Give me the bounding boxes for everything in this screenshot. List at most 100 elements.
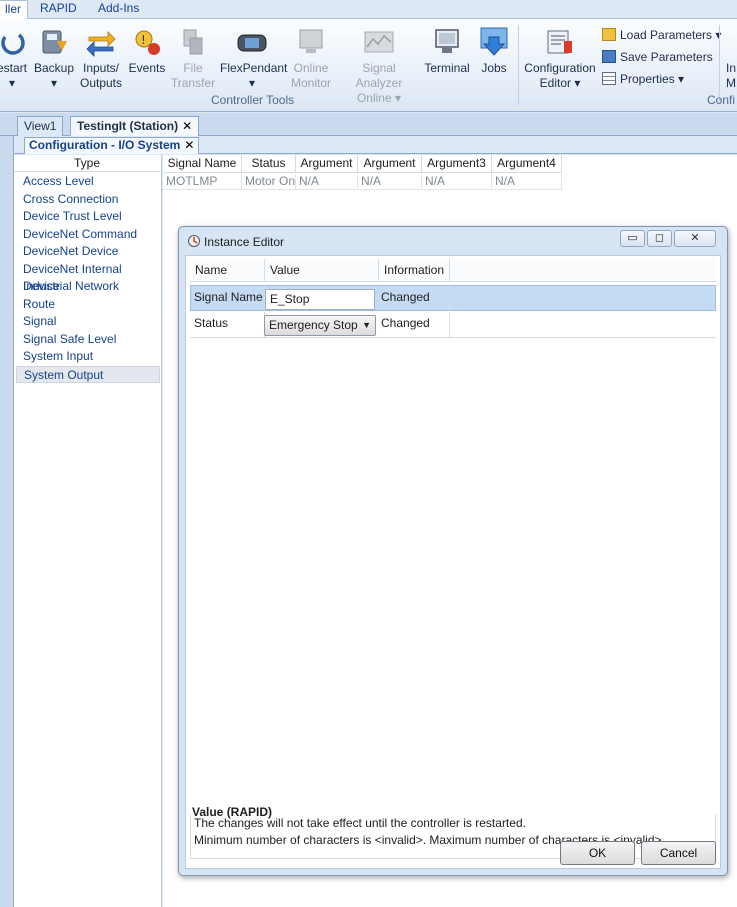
maximize-button[interactable]: ◻ xyxy=(647,230,672,247)
signal-analyzer-sublabel: Online ▾ xyxy=(356,91,402,105)
online-monitor-icon xyxy=(299,29,323,53)
online-monitor-label: Online xyxy=(293,61,329,75)
configuration-editor-label: Configuration xyxy=(524,61,596,75)
cancel-button[interactable]: Cancel xyxy=(641,841,716,865)
table-cell[interactable]: N/A xyxy=(492,174,562,190)
configuration-editor-icon xyxy=(547,30,572,54)
flexpendant-icon xyxy=(237,34,267,52)
restart-button[interactable]: estart ▾ xyxy=(0,27,32,91)
table-row[interactable]: Signal Name E_Stop Changed xyxy=(190,285,716,311)
column-header-information[interactable]: Information xyxy=(379,259,450,282)
instance-button[interactable]: In M xyxy=(726,61,737,91)
type-list-item[interactable]: Cross Connection xyxy=(16,191,160,208)
jobs-label: Jobs xyxy=(481,61,507,75)
column-header-name[interactable]: Name xyxy=(190,259,265,282)
events-label: Events xyxy=(128,61,166,75)
instance-editor-icon xyxy=(188,235,200,247)
file-transfer-icon xyxy=(183,29,203,55)
flexpendant-button[interactable]: FlexPendant ▾ xyxy=(220,27,287,91)
tab-controller[interactable]: ller xyxy=(0,0,29,20)
column-header-value[interactable]: Value xyxy=(265,259,379,282)
load-parameters-button[interactable]: Load Parameters ▾ xyxy=(602,28,721,42)
tab-rapid[interactable]: RAPID xyxy=(34,0,83,19)
online-monitor-button[interactable]: Online Monitor xyxy=(288,27,334,91)
inputs-outputs-label: Inputs/ xyxy=(82,61,120,75)
file-transfer-button[interactable]: File Transfer xyxy=(170,27,216,91)
type-list-item[interactable]: DeviceNet Internal Device xyxy=(16,261,160,293)
close-button[interactable]: ✕ xyxy=(674,230,716,247)
tab-station[interactable]: TestingIt (Station) ✕ xyxy=(70,116,200,136)
events-button[interactable]: ! Events xyxy=(128,27,166,76)
type-list-panel: Type Access Level Cross Connection Device … xyxy=(14,155,162,907)
type-list-item[interactable]: DeviceNet Command xyxy=(16,226,160,243)
inputs-outputs-icon xyxy=(86,31,116,57)
type-list-item[interactable]: Signal Safe Level xyxy=(16,331,160,348)
table-cell[interactable]: N/A xyxy=(422,174,492,190)
type-list-item[interactable]: Industrial Network xyxy=(16,278,160,295)
table-row[interactable]: Status Emergency Stop ▼ Changed xyxy=(190,312,716,338)
menu-bar: ller RAPID Add-Ins xyxy=(0,0,737,20)
inputs-outputs-sublabel: Outputs xyxy=(79,76,123,90)
backup-label: Backup xyxy=(34,61,75,75)
dialog-title: Instance Editor xyxy=(204,235,285,249)
inputs-outputs-button[interactable]: Inputs/ Outputs xyxy=(78,27,124,91)
minimize-button[interactable]: ▭ xyxy=(620,230,645,247)
column-header-argument[interactable]: Argument xyxy=(296,155,358,173)
configuration-editor-button[interactable]: Configuration Editor ▾ xyxy=(522,27,598,91)
type-list-item[interactable]: System Output xyxy=(16,365,160,383)
type-list-item[interactable]: Signal xyxy=(16,313,160,330)
column-header-signal-name[interactable]: Signal Name xyxy=(163,155,242,173)
type-column-header[interactable]: Type xyxy=(14,155,160,172)
file-transfer-sublabel: Transfer xyxy=(170,76,216,90)
column-header-argument3[interactable]: Argument3 xyxy=(422,155,492,173)
type-list-item[interactable]: Device Trust Level xyxy=(16,208,160,225)
type-list-item[interactable]: DeviceNet Device xyxy=(16,243,160,260)
close-icon[interactable]: ✕ xyxy=(184,138,194,152)
tab-io-configuration[interactable]: Configuration - I/O System ✕ xyxy=(24,137,200,154)
backup-icon xyxy=(42,30,67,54)
table-cell[interactable]: N/A xyxy=(296,174,358,190)
table-cell[interactable]: Motor On xyxy=(242,174,296,190)
instance-button-sublabel: M xyxy=(726,76,736,90)
table-cell[interactable]: N/A xyxy=(358,174,422,190)
close-icon[interactable]: ✕ xyxy=(182,119,192,133)
ribbon: estart ▾ Backup ▾ Inputs/ Outputs ! Even… xyxy=(0,19,737,112)
type-list-item[interactable]: System Input xyxy=(16,348,160,365)
column-header-filler xyxy=(450,259,716,282)
dialog-body: Name Value Information Signal Name E_Sto… xyxy=(185,255,721,869)
tab-add-ins[interactable]: Add-Ins xyxy=(92,0,145,19)
signal-name-field[interactable]: E_Stop xyxy=(265,289,375,310)
terminal-button[interactable]: Terminal xyxy=(422,27,472,76)
column-header-argument4[interactable]: Argument4 xyxy=(492,155,562,173)
property-information: Changed xyxy=(378,312,450,337)
dialog-title-bar[interactable]: Instance Editor xyxy=(187,233,284,251)
save-parameters-button[interactable]: Save Parameters xyxy=(602,50,713,64)
properties-button[interactable]: Properties ▾ xyxy=(602,72,684,86)
type-list-item[interactable]: Access Level xyxy=(16,173,160,190)
backup-button[interactable]: Backup ▾ xyxy=(34,27,74,91)
maximize-icon: ◻ xyxy=(654,232,665,244)
jobs-button[interactable]: Jobs xyxy=(474,27,514,76)
tab-view1-label: View1 xyxy=(24,119,57,133)
property-name: Signal Name xyxy=(191,286,265,311)
jobs-icon xyxy=(480,27,508,56)
type-list-item[interactable]: Route xyxy=(16,296,160,313)
save-parameters-icon xyxy=(602,50,616,63)
chevron-down-icon: ▼ xyxy=(362,320,371,330)
flexpendant-dropdown: ▾ xyxy=(248,76,256,90)
tab-view1[interactable]: View1 xyxy=(17,116,64,136)
backup-dropdown: ▾ xyxy=(50,76,58,90)
column-header-argument[interactable]: Argument xyxy=(358,155,422,173)
table-cell[interactable]: MOTLMP xyxy=(163,174,242,190)
signal-analyzer-button[interactable]: Signal Analyzer Online ▾ xyxy=(338,27,420,106)
ok-button[interactable]: OK xyxy=(560,841,635,865)
ribbon-separator xyxy=(518,25,519,105)
terminal-icon xyxy=(435,29,459,53)
restart-dropdown: ▾ xyxy=(8,76,16,90)
column-header-status[interactable]: Status xyxy=(242,155,296,173)
folder-icon xyxy=(602,28,616,41)
status-select[interactable]: Emergency Stop ▼ xyxy=(264,315,376,336)
editor-tabs: Configuration - I/O System ✕ xyxy=(14,136,737,154)
file-transfer-label: File xyxy=(183,61,203,75)
description-line: The changes will not take effect until t… xyxy=(194,816,526,830)
